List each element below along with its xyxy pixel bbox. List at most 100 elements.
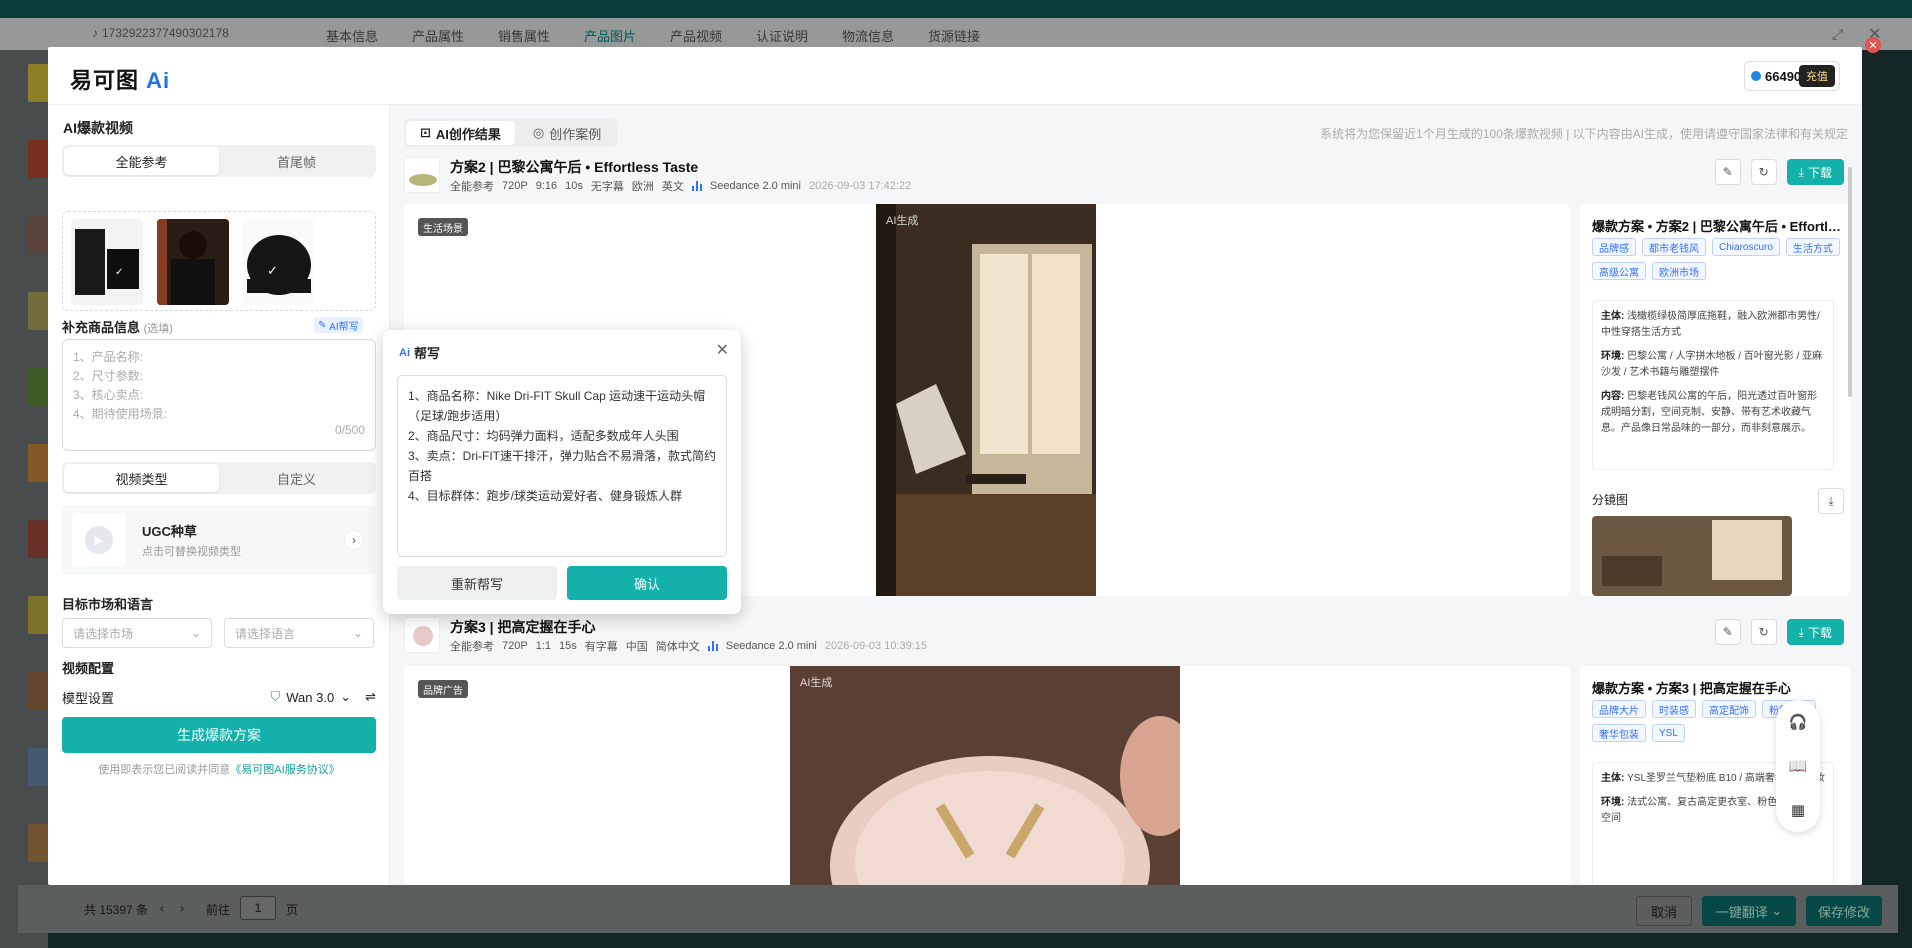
supplement-label: 补充商品信息 (选填) [62,320,173,335]
notice-text: 系统将为您保留近1个月生成的100条爆款视频 | 以下内容由AI生成，使用请遵守… [1320,127,1848,141]
download-icon[interactable]: ⤓ [1818,488,1844,514]
svg-text:✓: ✓ [115,267,123,278]
floating-toolbar: 🎧 📖 ▦ [1776,700,1820,832]
coin-icon [1751,71,1761,81]
tab-first-last-frame[interactable]: 首尾帧 [219,147,374,175]
book-icon[interactable]: 📖 [1789,757,1808,775]
result-header: 方案2 | 巴黎公寓午后 • Effortless Taste 全能参考 720P… [404,157,1844,195]
cases-icon: ◎ [532,125,545,140]
close-modal-icon[interactable]: ✕ [1865,37,1881,53]
download-button[interactable]: ⤓ 下载 [1786,619,1844,645]
refresh-icon[interactable]: ↻ [1750,159,1777,185]
result-actions: ✎ ↻ ⤓ 下载 [1714,619,1844,645]
result-title: 方案2 | 巴黎公寓午后 • Effortless Taste [450,159,699,175]
ugc-desc: 点击可替换视频类型 [142,546,241,558]
ai-video-modal: 易可图 Ai 66490 充值 AI爆款视频 全能参考 首尾帧 ✓ ✓ 补充商品… [48,47,1862,885]
close-icon[interactable]: ✕ [716,340,729,360]
ai-watermark: AI生成 [886,215,919,227]
download-button[interactable]: ⤓ 下载 [1786,159,1844,185]
storyboard-label: 分镜图 [1592,493,1629,507]
edit-icon[interactable]: ✎ [1714,619,1741,645]
video-type-icon: ▶ [72,513,126,567]
result-thumbnail[interactable] [404,617,440,653]
edit-icon[interactable]: ✎ [1714,159,1741,185]
headset-icon[interactable]: 🎧 [1789,713,1808,731]
tag: 欧洲市场 [1652,262,1706,280]
video-frame[interactable]: AI生成 [876,204,1096,596]
rewrite-button[interactable]: 重新帮写 [397,566,557,600]
market-label: 目标市场和语言 [62,597,154,612]
scene-tag: 生活场景 [418,218,468,236]
ai-watermark: AI生成 [800,677,833,689]
chevron-down-icon: ⌄ [340,689,352,704]
credits-badge: 66490 充值 [1744,61,1840,91]
grid-icon[interactable]: ▦ [1791,801,1805,819]
model-settings-row: 模型设置 ⛉ Wan 3.0 ⌄ ⇌ [62,684,376,710]
recharge-button[interactable]: 充值 [1799,65,1835,87]
download-icon: ⤓ [1798,164,1804,179]
logo: 易可图 Ai [70,68,171,93]
plan-title: 爆款方案 • 方案2 | 巴黎公寓午后 • Effortless Taste [1592,219,1842,234]
confirm-button[interactable]: 确认 [567,566,727,600]
plan-details: 爆款方案 • 方案2 | 巴黎公寓午后 • Effortless Taste 品… [1580,204,1850,596]
model-bars-icon [707,641,718,651]
product-images: ✓ ✓ [62,211,376,311]
image-search-icon: ⊡ [420,125,431,140]
tag: 品牌大片 [1592,700,1646,718]
result-tabs: ⊡ AI创作结果 ◎ 创作案例 [404,119,618,147]
refresh-icon[interactable]: ↻ [1750,619,1777,645]
supplement-textarea[interactable]: 1、产品名称: 2、尺寸参数: 3、核心卖点: 4、期待使用场景: 0/500 [62,339,376,451]
settings-sliders-icon[interactable]: ⇌ [365,689,376,705]
tag: YSL [1652,724,1685,742]
video-type-tabs: 视频类型 自定义 [62,462,376,494]
panel-title: AI爆款视频 [63,120,133,136]
video-preview: 品牌广告 AI生成 [404,666,1570,885]
tab-custom[interactable]: 自定义 [219,464,374,492]
tab-video-type[interactable]: 视频类型 [64,464,219,492]
storyboard-image[interactable] [1592,516,1792,596]
result-meta: 全能参考 720P 9:16 10s 无字幕 欧洲 英文 Seedance 2.0 mini… [450,180,912,193]
char-counter: 0/500 [334,423,365,437]
ai-icon: Ai [399,346,410,359]
plan-description: 主体: 浅橄榄绿极简厚底拖鞋，融入欧洲都市男性/中性穿搭生活方式 环境: 巴黎公… [1592,300,1834,470]
model-select[interactable]: ⛉ Wan 3.0 ⌄ ⇌ [270,689,376,705]
tab-full-reference[interactable]: 全能参考 [64,147,219,175]
video-frame[interactable]: AI生成 [790,666,1180,885]
tag: 时装感 [1652,700,1696,718]
ugc-card[interactable]: ▶ UGC种草 点击可替换视频类型 › [62,505,376,575]
tag: 高定配饰 [1702,700,1756,718]
product-image[interactable] [157,219,229,305]
maximize-icon[interactable]: ⤢ [1832,26,1843,43]
generate-button[interactable]: 生成爆款方案 [62,717,376,753]
popup-header: Ai 帮写 [399,346,441,361]
product-image[interactable]: ✓ [71,219,143,305]
result-title: 方案3 | 把高定握在手心 [450,619,596,635]
reference-mode-tabs: 全能参考 首尾帧 [62,145,376,177]
language-select[interactable]: 请选择语言 ⌄ [224,618,374,648]
tag: 生活方式 [1785,238,1840,256]
model-label: 模型设置 [62,690,115,706]
tab-cases[interactable]: ◎ 创作案例 [519,121,615,145]
tag: 奢华包装 [1592,724,1646,742]
left-panel: AI爆款视频 全能参考 首尾帧 ✓ ✓ 补充商品信息 (选填) ✎ AI帮写 1… [48,105,390,885]
tag: 品牌感 [1592,238,1636,256]
chevron-right-icon[interactable]: › [344,530,364,550]
result-thumbnail[interactable] [404,157,440,193]
credits-value: 66490 [1765,68,1802,84]
result-meta: 全能参考 720P 1:1 15s 有字幕 中国 简体中文 Seedance 2.0 min… [450,640,928,653]
scene-tag: 品牌广告 [418,680,468,698]
ai-write-textarea[interactable]: 1、商品名称：Nike Dri-FIT Skull Cap 运动速干运动头帽（足… [397,375,727,557]
shield-check-icon: ⛉ [270,689,281,704]
ai-write-button[interactable]: ✎ AI帮写 [314,317,363,333]
product-image[interactable]: ✓ [243,219,315,305]
result-actions: ✎ ↻ ⤓ 下载 [1714,159,1844,185]
market-select[interactable]: 请选择市场 ⌄ [62,618,212,648]
scrollbar[interactable] [1848,167,1852,397]
agreement-link[interactable]: 《易可图AI服务协议》 [230,764,339,776]
chevron-down-icon: ⌄ [352,626,363,640]
agreement-text: 使用即表示您已阅读并同意《易可图AI服务协议》 [98,764,340,776]
tab-ai-results[interactable]: ⊡ AI创作结果 [406,121,515,145]
tag: 都市老钱风 [1642,238,1706,256]
tag: 高级公寓 [1592,262,1646,280]
plan-title: 爆款方案 • 方案3 | 把高定握在手心 [1592,681,1791,696]
